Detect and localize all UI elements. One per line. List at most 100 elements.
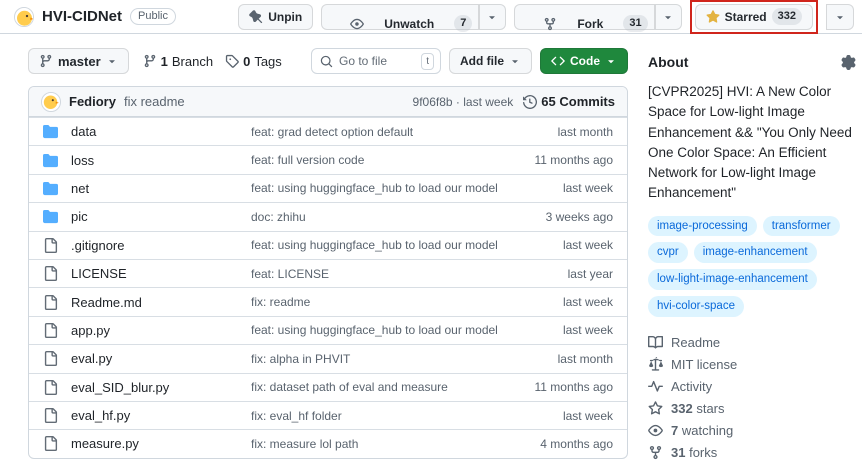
file-name-link[interactable]: pic [71, 209, 239, 224]
table-row[interactable]: app.py feat: using huggingface_hub to lo… [29, 316, 627, 344]
file-updated-date: 3 weeks ago [546, 210, 613, 224]
watching-count: 7 [671, 423, 678, 438]
fork-button[interactable]: Fork 31 [514, 4, 654, 30]
table-row[interactable]: eval_SID_blur.py fix: dataset path of ev… [29, 373, 627, 401]
table-row[interactable]: Readme.md fix: readme last week [29, 287, 627, 315]
topic-tag[interactable]: image-processing [648, 216, 757, 237]
file-updated-date: last week [563, 295, 613, 309]
table-row[interactable]: net feat: using huggingface_hub to load … [29, 174, 627, 202]
folder-icon [43, 209, 59, 224]
star-outline-icon [648, 401, 663, 416]
latest-commit-message[interactable]: fix readme [124, 94, 185, 109]
table-row[interactable]: eval_hf.py fix: eval_hf folder last week [29, 401, 627, 429]
commit-message-link[interactable]: feat: using huggingface_hub to load our … [251, 181, 551, 195]
branch-selector[interactable]: master [28, 48, 129, 74]
topic-tag[interactable]: image-enhancement [694, 242, 817, 263]
file-name-link[interactable]: net [71, 181, 239, 196]
watching-label: watching [682, 423, 733, 438]
file-name-link[interactable]: eval_hf.py [71, 408, 239, 423]
branch-count: 1 [161, 54, 168, 69]
forks-link[interactable]: 31 forks [648, 445, 856, 460]
starred-button[interactable]: Starred 332 [695, 4, 813, 30]
fork-icon [543, 17, 557, 31]
license-link[interactable]: MIT license [648, 357, 856, 372]
folder-icon [43, 153, 59, 168]
history-icon [523, 95, 537, 109]
table-row[interactable]: data feat: grad detect option default la… [29, 117, 627, 145]
fork-label: Fork [577, 18, 603, 30]
visibility-badge: Public [130, 8, 176, 25]
unpin-button[interactable]: Unpin [238, 4, 313, 30]
file-name-link[interactable]: eval.py [71, 351, 239, 366]
table-row[interactable]: LICENSE feat: LICENSE last year [29, 259, 627, 287]
commit-message-link[interactable]: feat: full version code [251, 153, 523, 167]
file-name-link[interactable]: loss [71, 153, 239, 168]
table-row[interactable]: measure.py fix: measure lol path 4 month… [29, 429, 627, 457]
fork-dropdown-button[interactable] [655, 4, 682, 30]
file-updated-date: last week [563, 238, 613, 252]
about-sidebar: About [CVPR2025] HVI: A New Color Space … [648, 48, 856, 461]
tags-link[interactable]: 0 Tags [225, 54, 282, 69]
table-row[interactable]: .gitignore feat: using huggingface_hub t… [29, 231, 627, 259]
file-icon [43, 380, 59, 395]
file-updated-date: last week [563, 323, 613, 337]
pin-icon [249, 10, 263, 24]
file-updated-date: last year [568, 267, 613, 281]
stars-link[interactable]: 332 stars [648, 401, 856, 416]
gear-icon[interactable] [841, 55, 856, 70]
git-branch-icon [143, 54, 157, 68]
folder-icon [43, 181, 59, 196]
committer-avatar[interactable] [41, 92, 61, 112]
about-title: About [648, 54, 688, 70]
add-file-button[interactable]: Add file [449, 48, 532, 74]
star-dropdown-button[interactable] [826, 4, 854, 30]
table-row[interactable]: pic doc: zhihu 3 weeks ago [29, 202, 627, 230]
unwatch-button[interactable]: Unwatch 7 [321, 4, 479, 30]
file-name-link[interactable]: LICENSE [71, 266, 239, 281]
commit-sha-time[interactable]: 9f06f8b · last week [413, 95, 514, 109]
topic-tag[interactable]: hvi-color-space [648, 296, 744, 317]
commit-message-link[interactable]: fix: eval_hf folder [251, 409, 551, 423]
file-name-link[interactable]: measure.py [71, 436, 239, 451]
unpin-label: Unpin [268, 11, 302, 23]
file-name-link[interactable]: data [71, 124, 239, 139]
file-updated-date: last month [558, 352, 613, 366]
go-to-file-search[interactable]: t [311, 48, 441, 74]
commit-message-link[interactable]: fix: alpha in PHVIT [251, 352, 546, 366]
topic-tag[interactable]: transformer [763, 216, 840, 237]
repo-description: [CVPR2025] HVI: A New Color Space for Lo… [648, 82, 856, 204]
file-name-link[interactable]: .gitignore [71, 238, 239, 253]
file-name-link[interactable]: app.py [71, 323, 239, 338]
commit-message-link[interactable]: feat: LICENSE [251, 267, 556, 281]
file-updated-date: last month [558, 125, 613, 139]
commit-history-link[interactable]: 65 Commits [523, 94, 615, 109]
commit-message-link[interactable]: doc: zhihu [251, 210, 534, 224]
branches-link[interactable]: 1 Branch [143, 54, 213, 69]
table-row[interactable]: eval.py fix: alpha in PHVIT last month [29, 344, 627, 372]
shortcut-key-badge: t [421, 53, 434, 70]
committer-name[interactable]: Fediory [69, 94, 116, 109]
commit-message-link[interactable]: feat: using huggingface_hub to load our … [251, 238, 551, 252]
activity-link[interactable]: Activity [648, 379, 856, 394]
go-to-file-input[interactable] [339, 54, 415, 68]
commit-message-link[interactable]: feat: grad detect option default [251, 125, 546, 139]
commit-message-link[interactable]: fix: readme [251, 295, 551, 309]
code-button[interactable]: Code [540, 48, 628, 74]
topic-tag[interactable]: cvpr [648, 242, 688, 263]
org-avatar[interactable] [14, 7, 34, 27]
repo-title[interactable]: HVI-CIDNet [42, 8, 122, 25]
repo-header: HVI-CIDNet Public Unpin Unwatch 7 Fork 3… [0, 0, 862, 34]
add-file-label: Add file [460, 55, 504, 67]
code-icon [551, 54, 565, 68]
commit-message-link[interactable]: fix: measure lol path [251, 437, 528, 451]
readme-link[interactable]: Readme [648, 335, 856, 350]
activity-label: Activity [671, 379, 712, 394]
topic-tag[interactable]: low-light-image-enhancement [648, 269, 817, 290]
watching-link[interactable]: 7 watching [648, 423, 856, 438]
file-name-link[interactable]: Readme.md [71, 295, 239, 310]
file-name-link[interactable]: eval_SID_blur.py [71, 380, 239, 395]
commit-message-link[interactable]: fix: dataset path of eval and measure [251, 380, 523, 394]
unwatch-dropdown-button[interactable] [479, 4, 506, 30]
table-row[interactable]: loss feat: full version code 11 months a… [29, 145, 627, 173]
commit-message-link[interactable]: feat: using huggingface_hub to load our … [251, 323, 551, 337]
